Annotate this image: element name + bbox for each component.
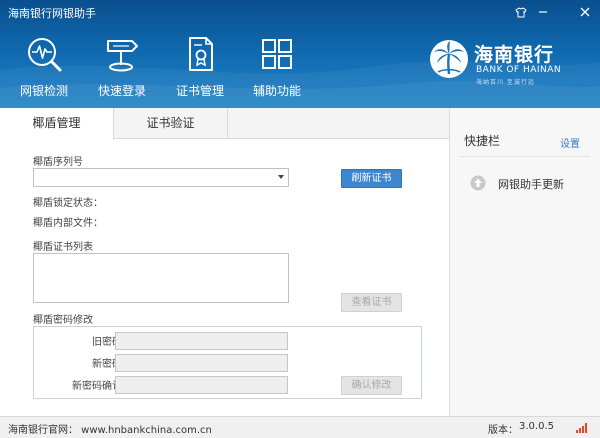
quick-bar-title: 快捷栏 <box>464 134 501 148</box>
refresh-certificate-button[interactable]: 刷新证书 <box>341 169 402 188</box>
nav-item-quick-login[interactable]: 快速登录 <box>87 30 157 102</box>
nav-label: 网银检测 <box>19 84 68 98</box>
official-website[interactable]: 海南银行官网： www.hnbankchina.com.cn <box>8 421 212 436</box>
certificate-list[interactable] <box>33 253 289 303</box>
bank-logo: 海南银行 BANK OF HAINAN 海纳百川 至诚行远 <box>428 36 593 88</box>
minimize-icon <box>539 11 547 13</box>
nav-item-online-banking-check[interactable]: 网银检测 <box>9 30 79 102</box>
confirm-password-input[interactable] <box>115 376 288 394</box>
quick-bar-divider <box>460 156 590 157</box>
close-button[interactable] <box>574 2 596 22</box>
nav-item-certificate-management[interactable]: 证书管理 <box>165 30 235 102</box>
serial-select[interactable] <box>33 168 289 187</box>
new-password-input[interactable] <box>115 354 288 372</box>
title-bar[interactable]: 海南银行网银助手 <box>0 0 600 24</box>
nav-label: 辅助功能 <box>252 84 301 98</box>
quick-bar-item-label: 网银助手更新 <box>498 178 564 191</box>
ukey-management-panel: 椰盾序列号 刷新证书 椰盾锁定状态： 椰盾内部文件： 椰盾证书列表 查看证书 椰… <box>0 139 449 416</box>
grid-icon <box>262 39 292 69</box>
shirt-icon <box>515 6 527 17</box>
old-password-input[interactable] <box>115 332 288 350</box>
internal-files-label: 椰盾内部文件： <box>33 218 103 229</box>
minimize-button[interactable] <box>532 2 554 22</box>
nav-label: 证书管理 <box>175 84 224 98</box>
signal-bars-icon <box>576 423 587 433</box>
view-certificate-button[interactable]: 查看证书 <box>341 293 402 312</box>
tab-bar: 椰盾管理 证书验证 <box>0 108 449 140</box>
brand-name-en: BANK OF HAINAN <box>476 65 562 75</box>
brand-name-cn: 海南银行 <box>474 44 555 66</box>
chevron-down-icon <box>278 175 284 179</box>
quick-bar: 快捷栏 设置 网银助手更新 <box>450 108 600 416</box>
quick-bar-settings-link[interactable]: 设置 <box>560 135 580 150</box>
quick-bar-item-assistant-update[interactable]: 网银助手更新 <box>470 172 590 194</box>
password-change-group: 旧密码： 新密码： 新密码确认： 确认修改 <box>33 326 422 399</box>
app-header: 海南银行网银助手 网银检测 快速登录 证书管理 辅助功能 海南银行 BANK O… <box>0 0 600 108</box>
confirm-change-button[interactable]: 确认修改 <box>341 376 402 395</box>
upload-arrow-icon <box>470 175 486 191</box>
password-section-label: 椰盾密码修改 <box>33 315 93 326</box>
nav-item-auxiliary-functions[interactable]: 辅助功能 <box>242 30 312 102</box>
serial-label: 椰盾序列号 <box>33 157 83 168</box>
magnifier-pulse-icon <box>28 38 62 72</box>
status-bar: 海南银行官网： www.hnbankchina.com.cn 版本： 3.0.0… <box>0 416 600 438</box>
cert-list-label: 椰盾证书列表 <box>33 242 93 253</box>
content-area: 椰盾管理 证书验证 椰盾序列号 刷新证书 椰盾锁定状态： 椰盾内部文件： 椰盾证… <box>0 108 600 416</box>
app-title: 海南银行网银助手 <box>8 7 96 20</box>
palm-tree-logo-icon <box>430 40 468 78</box>
nav-label: 快速登录 <box>97 84 146 98</box>
version-label: 版本： <box>488 425 518 436</box>
tab-ukey-management[interactable]: 椰盾管理 <box>0 108 114 140</box>
tab-certificate-verification[interactable]: 证书验证 <box>114 108 228 139</box>
signpost-icon <box>107 40 138 72</box>
version-value: 3.0.0.5 <box>519 421 554 432</box>
close-icon <box>580 7 590 17</box>
certificate-icon <box>189 37 213 71</box>
lock-status-label: 椰盾锁定状态： <box>33 198 103 209</box>
brand-slogan: 海纳百川 至诚行远 <box>476 79 535 86</box>
skin-button[interactable] <box>510 2 532 22</box>
